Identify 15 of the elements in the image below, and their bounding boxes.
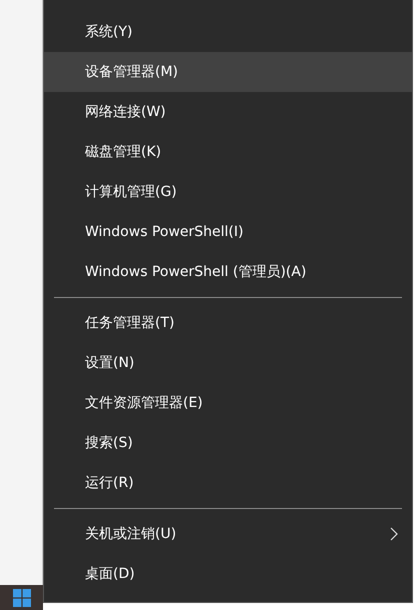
menu-item[interactable]: 计算机管理(G) — [44, 172, 412, 212]
menu-item[interactable]: 关机或注销(U) — [44, 514, 412, 554]
menu-item[interactable]: 桌面(D) — [44, 554, 412, 594]
menu-item[interactable]: 搜索(S) — [44, 423, 412, 463]
menu-item[interactable]: 设备管理器(M) — [44, 52, 412, 92]
menu-item[interactable]: 系统(Y) — [44, 12, 412, 52]
menu-item[interactable]: 文件资源管理器(E) — [44, 383, 412, 423]
menu-item[interactable]: 磁盘管理(K) — [44, 132, 412, 172]
menu-item[interactable]: Windows PowerShell(I) — [44, 212, 412, 252]
menu-item[interactable]: 任务管理器(T) — [44, 303, 412, 343]
menu-item[interactable]: Windows PowerShell (管理员)(A) — [44, 252, 412, 292]
windows-logo-icon[interactable] — [12, 588, 30, 606]
menu-item[interactable]: 设置(N) — [44, 343, 412, 383]
menu-item[interactable]: 运行(R) — [44, 463, 412, 503]
menu-item[interactable]: 网络连接(W) — [44, 92, 412, 132]
